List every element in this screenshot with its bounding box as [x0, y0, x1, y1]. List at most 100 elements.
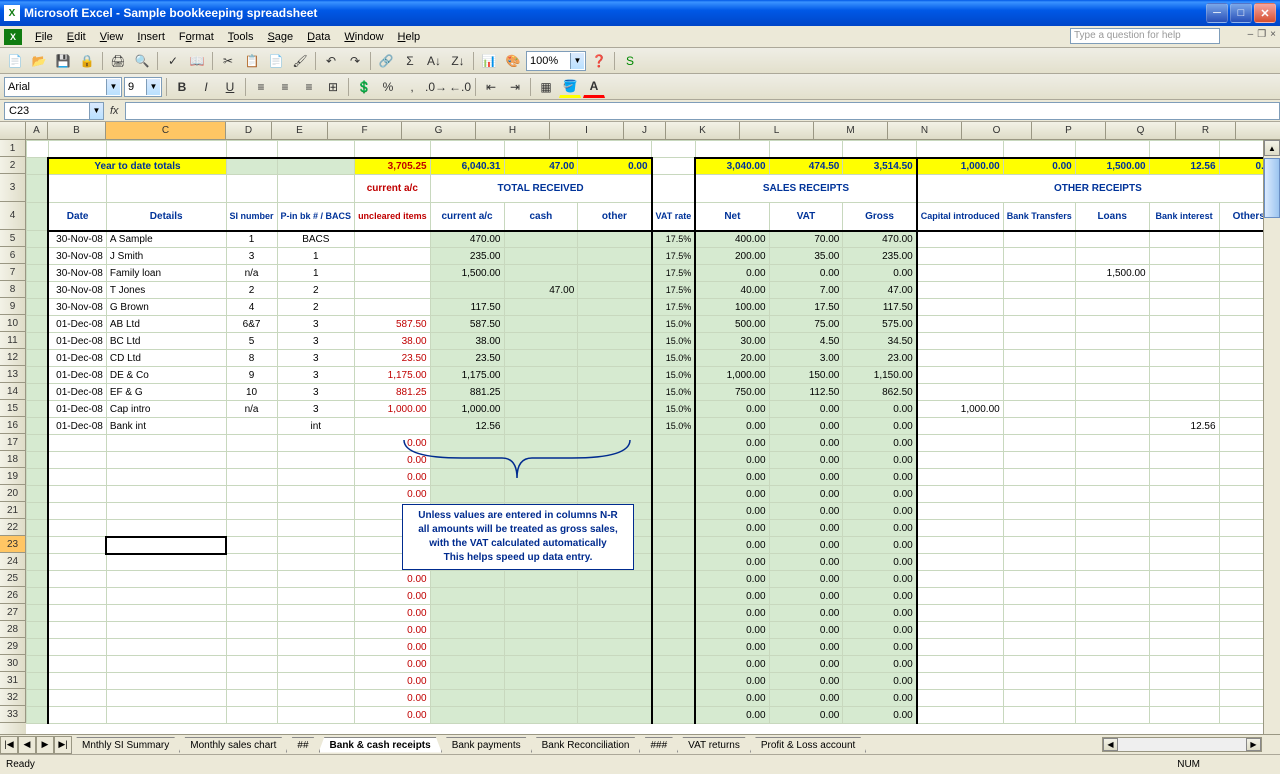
row-header-21[interactable]: 21 [0, 502, 26, 519]
cell[interactable] [27, 639, 49, 656]
redo-button[interactable]: ↷ [344, 50, 366, 72]
cell[interactable] [27, 435, 49, 452]
cell[interactable] [27, 401, 49, 418]
cell[interactable] [27, 673, 49, 690]
menu-insert[interactable]: Insert [130, 29, 172, 45]
italic-button[interactable]: I [195, 76, 217, 98]
cell[interactable] [27, 707, 49, 724]
cell[interactable] [769, 141, 843, 158]
col-header-B[interactable]: B [48, 122, 106, 139]
cell[interactable] [27, 333, 49, 350]
cell[interactable] [504, 141, 578, 158]
row-header-23[interactable]: 23 [0, 536, 26, 553]
row-header-4[interactable]: 4 [0, 202, 26, 230]
sheet-tab[interactable]: ### [639, 737, 678, 753]
spelling-button[interactable]: ✓ [162, 50, 184, 72]
cell[interactable] [27, 656, 49, 673]
cell[interactable] [27, 350, 49, 367]
sheet-tab[interactable]: Mnthly SI Summary [71, 737, 180, 753]
row-header-17[interactable]: 17 [0, 434, 26, 451]
col-header-C[interactable]: C [106, 122, 226, 139]
cell[interactable] [27, 690, 49, 707]
tab-nav-last[interactable]: ▶| [54, 736, 72, 754]
row-header-25[interactable]: 25 [0, 570, 26, 587]
row-header-31[interactable]: 31 [0, 672, 26, 689]
row-header-18[interactable]: 18 [0, 451, 26, 468]
borders-button[interactable]: ▦ [535, 76, 557, 98]
bold-button[interactable]: B [171, 76, 193, 98]
row-header-2[interactable]: 2 [0, 157, 26, 174]
row-header-28[interactable]: 28 [0, 621, 26, 638]
cell[interactable] [277, 141, 355, 158]
percent-button[interactable]: % [377, 76, 399, 98]
underline-button[interactable]: U [219, 76, 241, 98]
col-header-J[interactable]: J [624, 122, 666, 139]
row-header-6[interactable]: 6 [0, 247, 26, 264]
cell[interactable] [652, 141, 696, 158]
tab-nav-next[interactable]: ▶ [36, 736, 54, 754]
save-button[interactable]: 💾 [52, 50, 74, 72]
cell[interactable] [27, 452, 49, 469]
cell[interactable] [27, 418, 49, 435]
cell[interactable] [695, 141, 769, 158]
tab-nav-prev[interactable]: ◀ [18, 736, 36, 754]
menu-help[interactable]: Help [391, 29, 428, 45]
cell[interactable] [27, 622, 49, 639]
col-header-N[interactable]: N [888, 122, 962, 139]
row-header-24[interactable]: 24 [0, 553, 26, 570]
row-header-20[interactable]: 20 [0, 485, 26, 502]
hyperlink-button[interactable]: 🔗 [375, 50, 397, 72]
sheet-tab[interactable]: Profit & Loss account [750, 737, 867, 753]
cell[interactable] [1003, 141, 1075, 158]
menu-sage[interactable]: Sage [260, 29, 300, 45]
horizontal-scrollbar[interactable]: ◀▶ [1102, 737, 1262, 752]
cell[interactable] [27, 537, 49, 554]
chart-button[interactable]: 📊 [478, 50, 500, 72]
row-header-1[interactable]: 1 [0, 140, 26, 157]
name-box[interactable]: C23▼ [4, 102, 104, 120]
sort-desc-button[interactable]: Z↓ [447, 50, 469, 72]
menu-edit[interactable]: Edit [60, 29, 93, 45]
row-header-3[interactable]: 3 [0, 174, 26, 202]
col-header-O[interactable]: O [962, 122, 1032, 139]
doc-minimize-button[interactable]: – [1248, 29, 1254, 40]
paste-button[interactable]: 📄 [265, 50, 287, 72]
sage-button[interactable]: S [619, 50, 641, 72]
col-header-M[interactable]: M [814, 122, 888, 139]
cell[interactable] [917, 141, 1004, 158]
doc-close-button[interactable]: × [1270, 29, 1276, 40]
minimize-button[interactable]: ─ [1206, 3, 1228, 23]
menu-window[interactable]: Window [337, 29, 390, 45]
spreadsheet-grid[interactable]: ABCDEFGHIJKLMNOPQR 123456789101112131415… [0, 122, 1280, 734]
vertical-scrollbar[interactable]: ▲ [1263, 140, 1280, 734]
cell[interactable] [27, 520, 49, 537]
cell[interactable] [27, 605, 49, 622]
cell[interactable] [27, 469, 49, 486]
cell[interactable] [27, 384, 49, 401]
autosum-button[interactable]: Σ [399, 50, 421, 72]
cell[interactable] [652, 175, 696, 203]
formula-input[interactable] [125, 102, 1280, 120]
open-button[interactable]: 📂 [28, 50, 50, 72]
row-header-16[interactable]: 16 [0, 417, 26, 434]
align-right-button[interactable]: ≡ [298, 76, 320, 98]
row-header-13[interactable]: 13 [0, 366, 26, 383]
row-header-8[interactable]: 8 [0, 281, 26, 298]
row-header-29[interactable]: 29 [0, 638, 26, 655]
col-header-H[interactable]: H [476, 122, 550, 139]
cell[interactable] [27, 265, 49, 282]
help-search-box[interactable]: Type a question for help [1070, 28, 1220, 44]
maximize-button[interactable]: □ [1230, 3, 1252, 23]
decrease-decimal-button[interactable]: ←.0 [449, 76, 471, 98]
copy-button[interactable]: 📋 [241, 50, 263, 72]
cell[interactable] [27, 175, 49, 203]
font-color-button[interactable]: A [583, 76, 605, 98]
row-header-33[interactable]: 33 [0, 706, 26, 723]
print-button[interactable]: 🖨 [107, 50, 129, 72]
cell[interactable] [27, 158, 49, 175]
row-header-19[interactable]: 19 [0, 468, 26, 485]
menu-file[interactable]: File [28, 29, 60, 45]
row-header-12[interactable]: 12 [0, 349, 26, 366]
help-button[interactable]: ❓ [588, 50, 610, 72]
cell[interactable] [48, 141, 106, 158]
